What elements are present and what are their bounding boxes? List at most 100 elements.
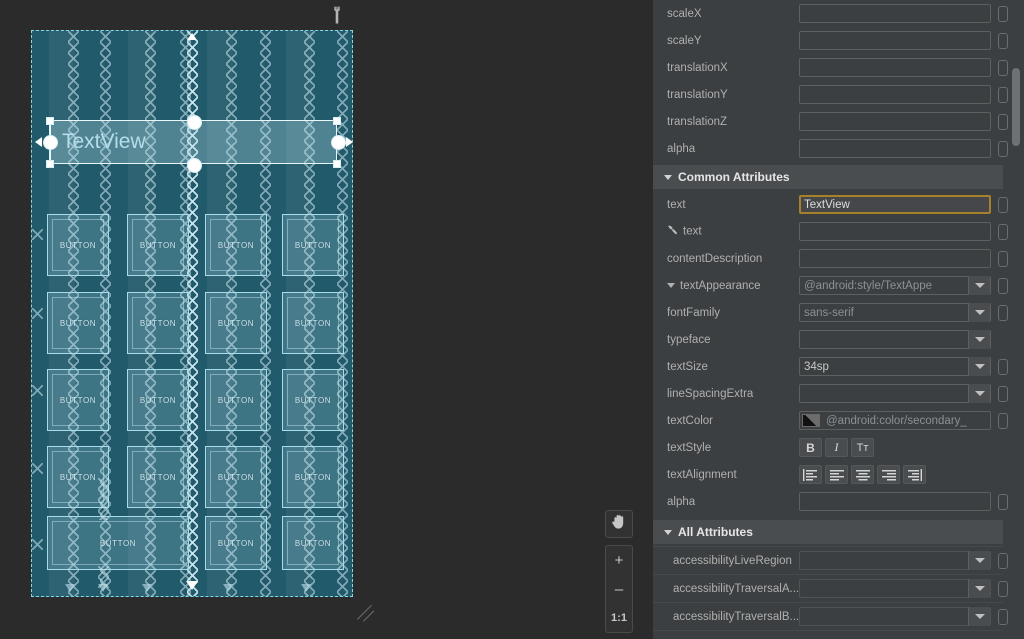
attribute-row-accessibilityTraversalAfter[interactable]: accessibilityTraversalA... bbox=[653, 575, 1024, 602]
chevron-down-icon[interactable] bbox=[667, 282, 675, 288]
attribute-row-translationZ[interactable]: translationZ bbox=[653, 108, 1024, 135]
attribute-input-fontFamily[interactable]: sans-serif bbox=[799, 303, 991, 322]
attribute-row-lineSpacingExtra[interactable]: lineSpacingExtra bbox=[653, 380, 1024, 407]
attribute-row-accessibilityTraversalBefore[interactable]: accessibilityTraversalB... bbox=[653, 603, 1024, 630]
constraint-anchor-right[interactable] bbox=[331, 135, 346, 150]
browse-button[interactable] bbox=[998, 358, 1008, 375]
blueprint-widget-button-wide[interactable]: BUTTON bbox=[47, 516, 189, 570]
attribute-input-translationZ[interactable] bbox=[799, 112, 991, 131]
pan-tool-button[interactable] bbox=[605, 510, 633, 538]
selection-handle-top-right[interactable] bbox=[333, 117, 341, 125]
dropdown-button[interactable] bbox=[968, 551, 990, 570]
attribute-row-scaleX[interactable]: scaleX bbox=[653, 0, 1024, 27]
attribute-row-textAppearance[interactable]: textAppearance @android:style/TextAppe bbox=[653, 272, 1024, 299]
blueprint-widget-button[interactable]: BUTTON bbox=[127, 446, 189, 508]
attribute-input-textSize[interactable]: 34sp bbox=[799, 357, 991, 376]
zoom-in-button[interactable]: + bbox=[606, 546, 632, 575]
browse-button[interactable] bbox=[998, 32, 1008, 49]
dropdown-button[interactable] bbox=[968, 357, 990, 376]
attribute-row-alpha-transform[interactable]: alpha bbox=[653, 135, 1024, 162]
attributes-panel[interactable]: scaleX scaleY translationX translationY … bbox=[653, 0, 1024, 639]
attribute-row-translationX[interactable]: translationX bbox=[653, 54, 1024, 81]
zoom-out-button[interactable]: – bbox=[606, 575, 632, 604]
browse-button[interactable] bbox=[998, 86, 1008, 103]
dropdown-button[interactable] bbox=[968, 384, 990, 403]
browse-button[interactable] bbox=[998, 223, 1008, 240]
attribute-input-contentDescription[interactable] bbox=[799, 249, 991, 268]
section-header-all-attributes[interactable]: All Attributes bbox=[653, 520, 1003, 544]
dropdown-button[interactable] bbox=[968, 303, 990, 322]
align-center-button[interactable] bbox=[851, 465, 874, 484]
align-text-end-button[interactable] bbox=[903, 465, 926, 484]
browse-button[interactable] bbox=[998, 113, 1008, 130]
blueprint-widget-button[interactable]: BUTTON bbox=[127, 369, 189, 431]
align-left-button[interactable] bbox=[825, 465, 848, 484]
align-text-start-button[interactable] bbox=[799, 465, 822, 484]
browse-button[interactable] bbox=[998, 59, 1008, 76]
attribute-input-scaleY[interactable] bbox=[799, 31, 991, 50]
dropdown-button[interactable] bbox=[968, 607, 990, 626]
browse-button[interactable] bbox=[998, 304, 1008, 321]
attribute-row-textStyle[interactable]: textStyle B I Tт bbox=[653, 434, 1024, 461]
italic-button[interactable]: I bbox=[825, 438, 848, 457]
blueprint-widget-button[interactable]: BUTTON bbox=[282, 292, 344, 354]
blueprint-widget-button[interactable]: BUTTON bbox=[282, 369, 344, 431]
browse-button[interactable] bbox=[998, 140, 1008, 157]
selection-handle-bottom-left[interactable] bbox=[46, 160, 54, 168]
canvas-resize-grip[interactable] bbox=[355, 600, 379, 624]
blueprint-widget-button[interactable]: BUTTON bbox=[205, 516, 267, 570]
browse-button[interactable] bbox=[998, 580, 1008, 597]
blueprint-widget-button[interactable]: BUTTON bbox=[127, 292, 189, 354]
attribute-row-accessibilityLiveRegion[interactable]: accessibilityLiveRegion bbox=[653, 547, 1024, 574]
browse-button[interactable] bbox=[998, 196, 1008, 213]
attribute-row-scaleY[interactable]: scaleY bbox=[653, 27, 1024, 54]
attribute-input-typeface[interactable] bbox=[799, 330, 991, 349]
blueprint-widget-button[interactable]: BUTTON bbox=[282, 214, 344, 276]
attribute-input-accessibilityTraversalBefore[interactable] bbox=[799, 607, 991, 626]
text-style-toggle-group[interactable]: B I Tт bbox=[799, 438, 874, 457]
design-surface[interactable]: TextView BUTTON BUTTON BUTTON BUTTON BUT… bbox=[0, 0, 653, 639]
attribute-row-textColor[interactable]: textColor @android:color/secondary_ bbox=[653, 407, 1024, 434]
attribute-input-accessibilityLiveRegion[interactable] bbox=[799, 551, 991, 570]
attribute-row-text[interactable]: text TextView bbox=[653, 191, 1024, 218]
panel-scrollbar[interactable] bbox=[1012, 68, 1020, 146]
blueprint-widget-button[interactable]: BUTTON bbox=[205, 446, 267, 508]
blueprint-widget-button[interactable]: BUTTON bbox=[205, 214, 267, 276]
selection-handle-top-left[interactable] bbox=[46, 117, 54, 125]
blueprint-widget-button[interactable]: BUTTON bbox=[282, 446, 344, 508]
blueprint-widget-button[interactable]: BUTTON bbox=[47, 292, 109, 354]
align-right-button[interactable] bbox=[877, 465, 900, 484]
browse-button[interactable] bbox=[998, 608, 1008, 625]
dropdown-button[interactable] bbox=[968, 579, 990, 598]
zoom-controls[interactable]: + – 1:1 bbox=[605, 545, 633, 633]
attribute-row-alpha-common[interactable]: alpha bbox=[653, 488, 1024, 515]
dropdown-button[interactable] bbox=[968, 276, 990, 295]
zoom-reset-button[interactable]: 1:1 bbox=[606, 603, 632, 632]
blueprint-widget-button[interactable]: BUTTON bbox=[47, 214, 109, 276]
browse-button[interactable] bbox=[998, 412, 1008, 429]
attribute-row-contentDescription[interactable]: contentDescription bbox=[653, 245, 1024, 272]
attribute-input-alpha-common[interactable] bbox=[799, 492, 991, 511]
browse-button[interactable] bbox=[998, 250, 1008, 267]
section-header-common-attributes[interactable]: Common Attributes bbox=[653, 165, 1003, 189]
attribute-input-lineSpacingExtra[interactable] bbox=[799, 384, 991, 403]
attribute-row-text-design[interactable]: text bbox=[653, 218, 1024, 245]
blueprint-widget-button[interactable]: BUTTON bbox=[47, 369, 109, 431]
wrench-icon[interactable] bbox=[329, 6, 345, 24]
attribute-input-scaleX[interactable] bbox=[799, 4, 991, 23]
browse-button[interactable] bbox=[998, 277, 1008, 294]
blueprint-widget-button[interactable]: BUTTON bbox=[205, 369, 267, 431]
browse-button[interactable] bbox=[998, 552, 1008, 569]
dropdown-button[interactable] bbox=[968, 330, 990, 349]
attribute-input-alpha-transform[interactable] bbox=[799, 139, 991, 158]
attribute-input-translationX[interactable] bbox=[799, 58, 991, 77]
browse-button[interactable] bbox=[998, 493, 1008, 510]
browse-button[interactable] bbox=[998, 5, 1008, 22]
attribute-input-accessibilityTraversalAfter[interactable] bbox=[799, 579, 991, 598]
all-caps-button[interactable]: Tт bbox=[851, 438, 874, 457]
constraint-anchor-bottom[interactable] bbox=[187, 158, 202, 173]
attribute-input-textColor[interactable]: @android:color/secondary_ bbox=[799, 411, 991, 430]
attribute-input-text-design[interactable] bbox=[799, 222, 991, 241]
blueprint-canvas[interactable]: TextView BUTTON BUTTON BUTTON BUTTON BUT… bbox=[31, 30, 353, 597]
blueprint-widget-button[interactable]: BUTTON bbox=[127, 214, 189, 276]
